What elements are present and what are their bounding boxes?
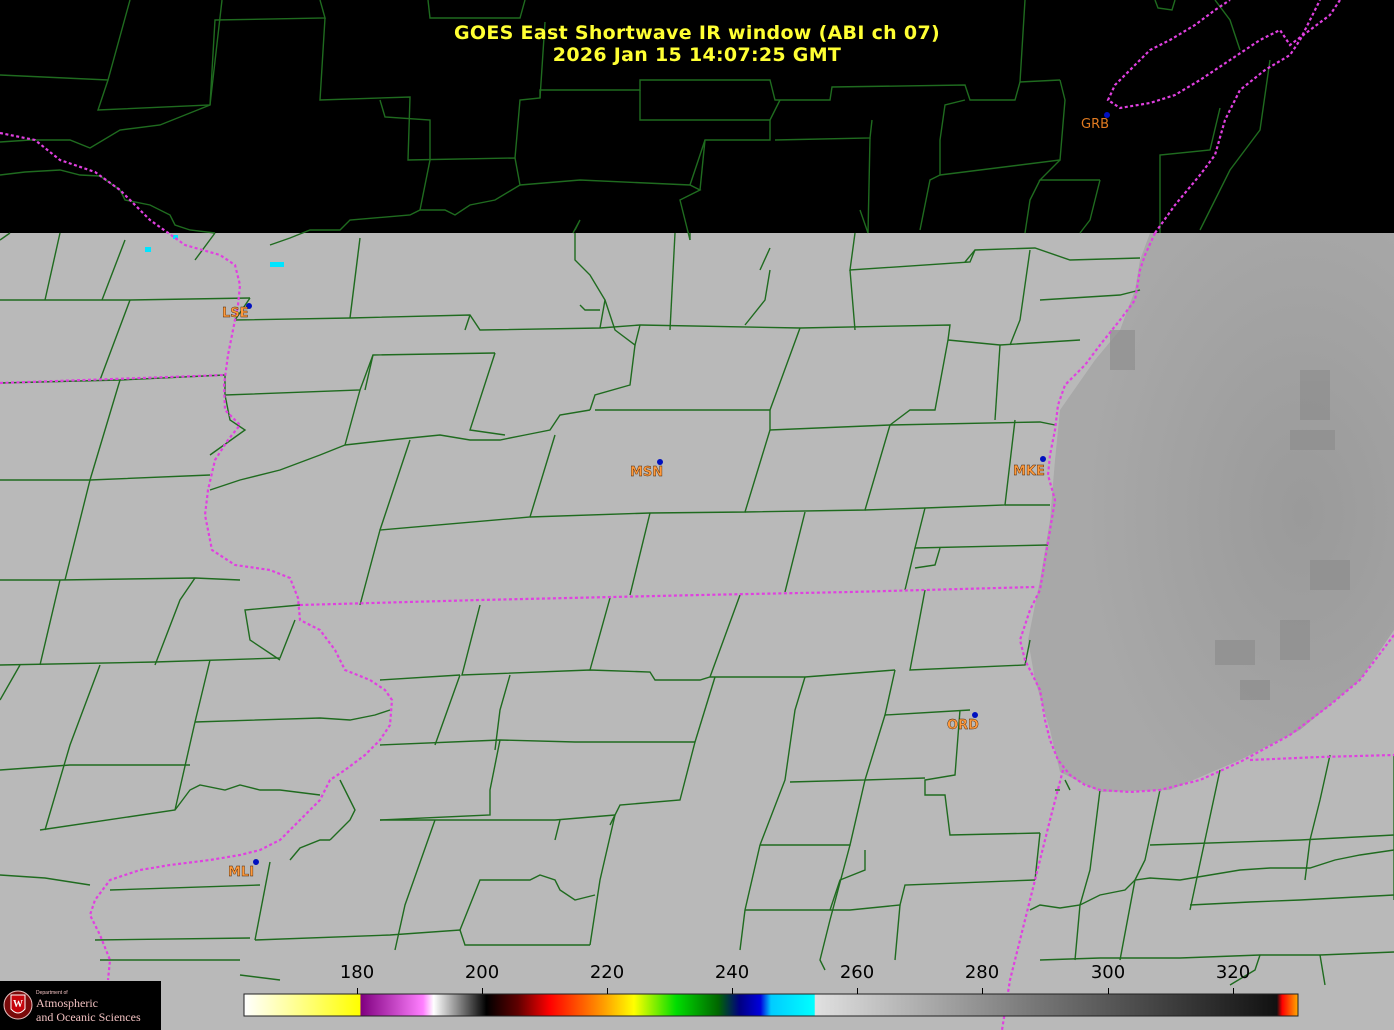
station-label-mke: MKE (1013, 464, 1045, 479)
image-timestamp: 2026 Jan 15 14:07:25 GMT (552, 44, 842, 66)
tickmark-240 (732, 988, 733, 994)
logo-line2: and Oceanic Sciences (36, 1010, 141, 1024)
uw-aos-logo: W Department of Atmospheric and Oceanic … (0, 981, 161, 1030)
tickmark-280 (982, 988, 983, 994)
image-title: GOES East Shortwave IR window (ABI ch 07… (454, 22, 940, 44)
colorbar-tick-label: 320 (1215, 962, 1251, 983)
colorbar-tick-label: 240 (714, 962, 750, 983)
tickmark-180 (357, 988, 358, 994)
colorbar-tick-label: 260 (839, 962, 875, 983)
station-label-msn: MSN (630, 465, 664, 480)
satellite-map (0, 0, 1394, 1030)
logo-line1: Atmospheric (36, 996, 98, 1010)
tickmark-300 (1108, 988, 1109, 994)
crest-icon: W (3, 990, 33, 1020)
colorbar-tick-label: 180 (339, 962, 375, 983)
colorbar-tick-label: 220 (589, 962, 625, 983)
temperature-colorbar (243, 993, 1299, 1017)
svg-text:W: W (13, 999, 23, 1010)
tickmark-260 (857, 988, 858, 994)
tickmark-200 (482, 988, 483, 994)
tickmark-220 (607, 988, 608, 994)
colorbar-tick-label: 280 (964, 962, 1000, 983)
colorbar-tick-label: 200 (464, 962, 500, 983)
station-label-ord: ORD (947, 718, 979, 733)
station-label-grb: GRB (1081, 117, 1110, 132)
station-dot-mke (1040, 456, 1046, 462)
station-label-mli: MLI (228, 865, 255, 880)
tickmark-320 (1233, 988, 1234, 994)
colorbar-tick-label: 300 (1090, 962, 1126, 983)
station-label-lse: LSE (222, 306, 249, 321)
